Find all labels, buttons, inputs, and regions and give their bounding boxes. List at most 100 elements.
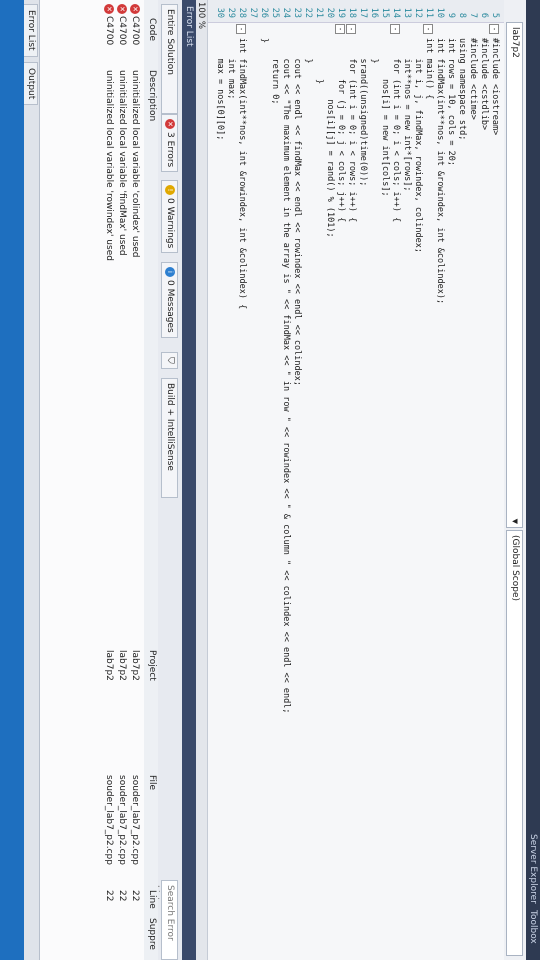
code-line[interactable]: int rows = 10, cols = 20; (446, 38, 456, 166)
code-line[interactable]: #include <ctime> (468, 38, 478, 120)
fold-toggle-icon[interactable]: - (236, 24, 246, 34)
header-project[interactable]: Project (147, 650, 157, 681)
warning-icon: ! (165, 185, 176, 195)
filter-button[interactable]: ⛉ (161, 352, 178, 369)
line-number: 15 (380, 7, 390, 18)
code-line[interactable]: int i, j, findMax, rowindex, colindex; (413, 38, 423, 252)
warnings-filter-label: 0 Warnings (165, 198, 175, 249)
code-line[interactable]: #include <iostream> (490, 38, 500, 135)
error-code: C4700 (104, 16, 114, 46)
warnings-filter-button[interactable]: ! 0 Warnings (161, 180, 178, 254)
error-list-header-row: Code Description Project File Line Suppr… (143, 0, 158, 960)
line-number: 9 (446, 12, 456, 18)
error-description: uninitialized local variable 'colindex' … (130, 70, 140, 258)
error-file: souder_lab7_p2.cpp (117, 775, 127, 865)
errors-filter-label: 3 Errors (165, 132, 175, 168)
header-line[interactable]: Line (147, 890, 157, 909)
code-line[interactable]: return 0; (270, 38, 280, 104)
error-project: lab7p2 (130, 650, 140, 681)
code-line[interactable]: } (369, 38, 379, 63)
search-error-list-input[interactable]: Search Error List (150, 880, 178, 960)
code-line[interactable]: } (314, 38, 324, 84)
tab-output[interactable]: Output (23, 62, 38, 106)
messages-filter-button[interactable]: i 0 Messages (161, 262, 178, 338)
code-line[interactable]: for (int i = 0; i < rows; i++) { (347, 38, 357, 222)
line-number: 20 (325, 7, 335, 18)
code-line[interactable]: srand((unsigned)time(0)); (358, 38, 368, 186)
line-number: 11 (424, 7, 434, 18)
error-row[interactable]: ✕ C4700 uninitialized local variable 'coli… (129, 0, 141, 960)
fold-toggle-icon[interactable]: - (335, 24, 345, 34)
code-line[interactable]: cout << "The maximum element in the arra… (281, 38, 291, 713)
toolbox-tab[interactable]: Toolbox (527, 906, 539, 948)
code-line[interactable]: nos[i][j] = rand() % (101); (325, 38, 335, 237)
header-code[interactable]: Code (147, 18, 157, 41)
header-suppression[interactable]: Suppre (147, 918, 157, 950)
header-file[interactable]: File (147, 775, 157, 790)
line-number: 28 (237, 7, 247, 18)
code-line[interactable]: int**nos = new int*[rows]; (402, 38, 412, 191)
build-intellisense-select[interactable]: Build + IntelliSense (161, 378, 178, 498)
error-row[interactable]: ✕ C4700 uninitialized local variable 'find… (116, 0, 128, 960)
editor-nav-bar: lab7p2 ▼ (Global Scope) (503, 0, 526, 960)
tool-strip: Toolbox Server Explorer (526, 0, 540, 960)
file-combo-label: lab7p2 (510, 27, 520, 58)
error-file: souder_lab7_p2.cpp (104, 775, 114, 865)
error-code: C4700 (130, 16, 140, 46)
errors-filter-button[interactable]: ✕ 3 Errors (161, 114, 178, 173)
messages-filter-label: 0 Messages (165, 280, 175, 333)
error-description: uninitialized local variable 'findMax' u… (117, 70, 127, 256)
ide-window: Toolbox Server Explorer lab7p2 ▼ (Global… (0, 0, 540, 960)
photo-frame: Toolbox Server Explorer lab7p2 ▼ (Global… (0, 0, 540, 960)
server-explorer-tab[interactable]: Server Explorer (527, 830, 539, 908)
code-line[interactable]: cout << endl << findMax << endl << rowin… (292, 38, 302, 386)
error-list-title: Error List (182, 0, 196, 960)
error-icon: ✕ (117, 4, 128, 14)
code-line[interactable]: } (259, 38, 269, 43)
line-number: 13 (402, 7, 412, 18)
code-line[interactable]: for (int i = 0; i < cols; i++) { (391, 38, 401, 222)
zoom-level[interactable]: 100 % (195, 2, 207, 29)
editor-horizontal-scrollbar[interactable]: 100 % (195, 0, 208, 960)
code-editor[interactable]: 5 6 7 8 9 10 11 12 13 14 15 16 17 18 19 20 21 22 23 24 25 26 2… (208, 0, 504, 960)
file-combo[interactable]: lab7p2 ▼ (506, 22, 523, 528)
scope-select[interactable]: Entire Solution (161, 4, 178, 114)
info-icon: i (165, 267, 176, 277)
fold-toggle-icon[interactable]: - (390, 24, 400, 34)
fold-toggle-icon[interactable]: - (346, 24, 356, 34)
error-icon: ✕ (165, 119, 176, 129)
error-line: 22 (104, 890, 114, 902)
code-line[interactable]: for (j = 0; j < cols; j++) { (336, 38, 346, 222)
code-line[interactable]: int max; (226, 38, 236, 99)
code-line[interactable]: using namespace std; (457, 38, 467, 140)
error-row[interactable]: ✕ C4700 uninitialized local variable 'rowi… (103, 0, 115, 960)
bottom-panel-tabs: Error List Output (23, 0, 40, 960)
line-number: 19 (336, 7, 346, 18)
line-number: 18 (347, 7, 357, 18)
header-description[interactable]: Description (147, 70, 157, 121)
error-file: souder_lab7_p2.cpp (130, 775, 140, 865)
code-line[interactable]: max = nos[0][0]; (215, 38, 225, 140)
fold-toggle-icon[interactable]: - (423, 24, 433, 34)
code-line[interactable]: int main() { (424, 38, 434, 99)
code-line[interactable]: int findMax(int**nos, int &rowindex, int… (237, 38, 247, 309)
line-number-gutter: 5 6 7 8 9 10 11 12 13 14 15 16 17 18 19 20 21 22 23 24 25 26 2… (208, 0, 504, 23)
code-line[interactable]: #include <cstdlib> (479, 38, 489, 130)
line-number: 29 (226, 7, 236, 18)
scope-combo[interactable]: (Global Scope) (506, 530, 523, 956)
code-line[interactable]: int findMax(int**nos, int &rowindex, int… (435, 38, 445, 304)
error-line: 22 (117, 890, 127, 902)
line-number: 16 (369, 7, 379, 18)
error-line: 22 (130, 890, 140, 902)
code-line[interactable]: nos[i] = new int[cols]; (380, 38, 390, 197)
code-line[interactable]: } (303, 38, 313, 63)
line-number: 7 (468, 12, 478, 18)
build-select-label: Build + IntelliSense (165, 383, 175, 471)
error-code-cell: ✕ C4700 (103, 4, 115, 45)
tab-error-list[interactable]: Error List (23, 4, 38, 57)
line-number: 17 (358, 7, 368, 18)
scope-select-label: Entire Solution (165, 9, 175, 75)
fold-toggle-icon[interactable]: - (489, 24, 499, 34)
line-number: 24 (281, 7, 291, 18)
line-number: 5 (490, 12, 500, 18)
